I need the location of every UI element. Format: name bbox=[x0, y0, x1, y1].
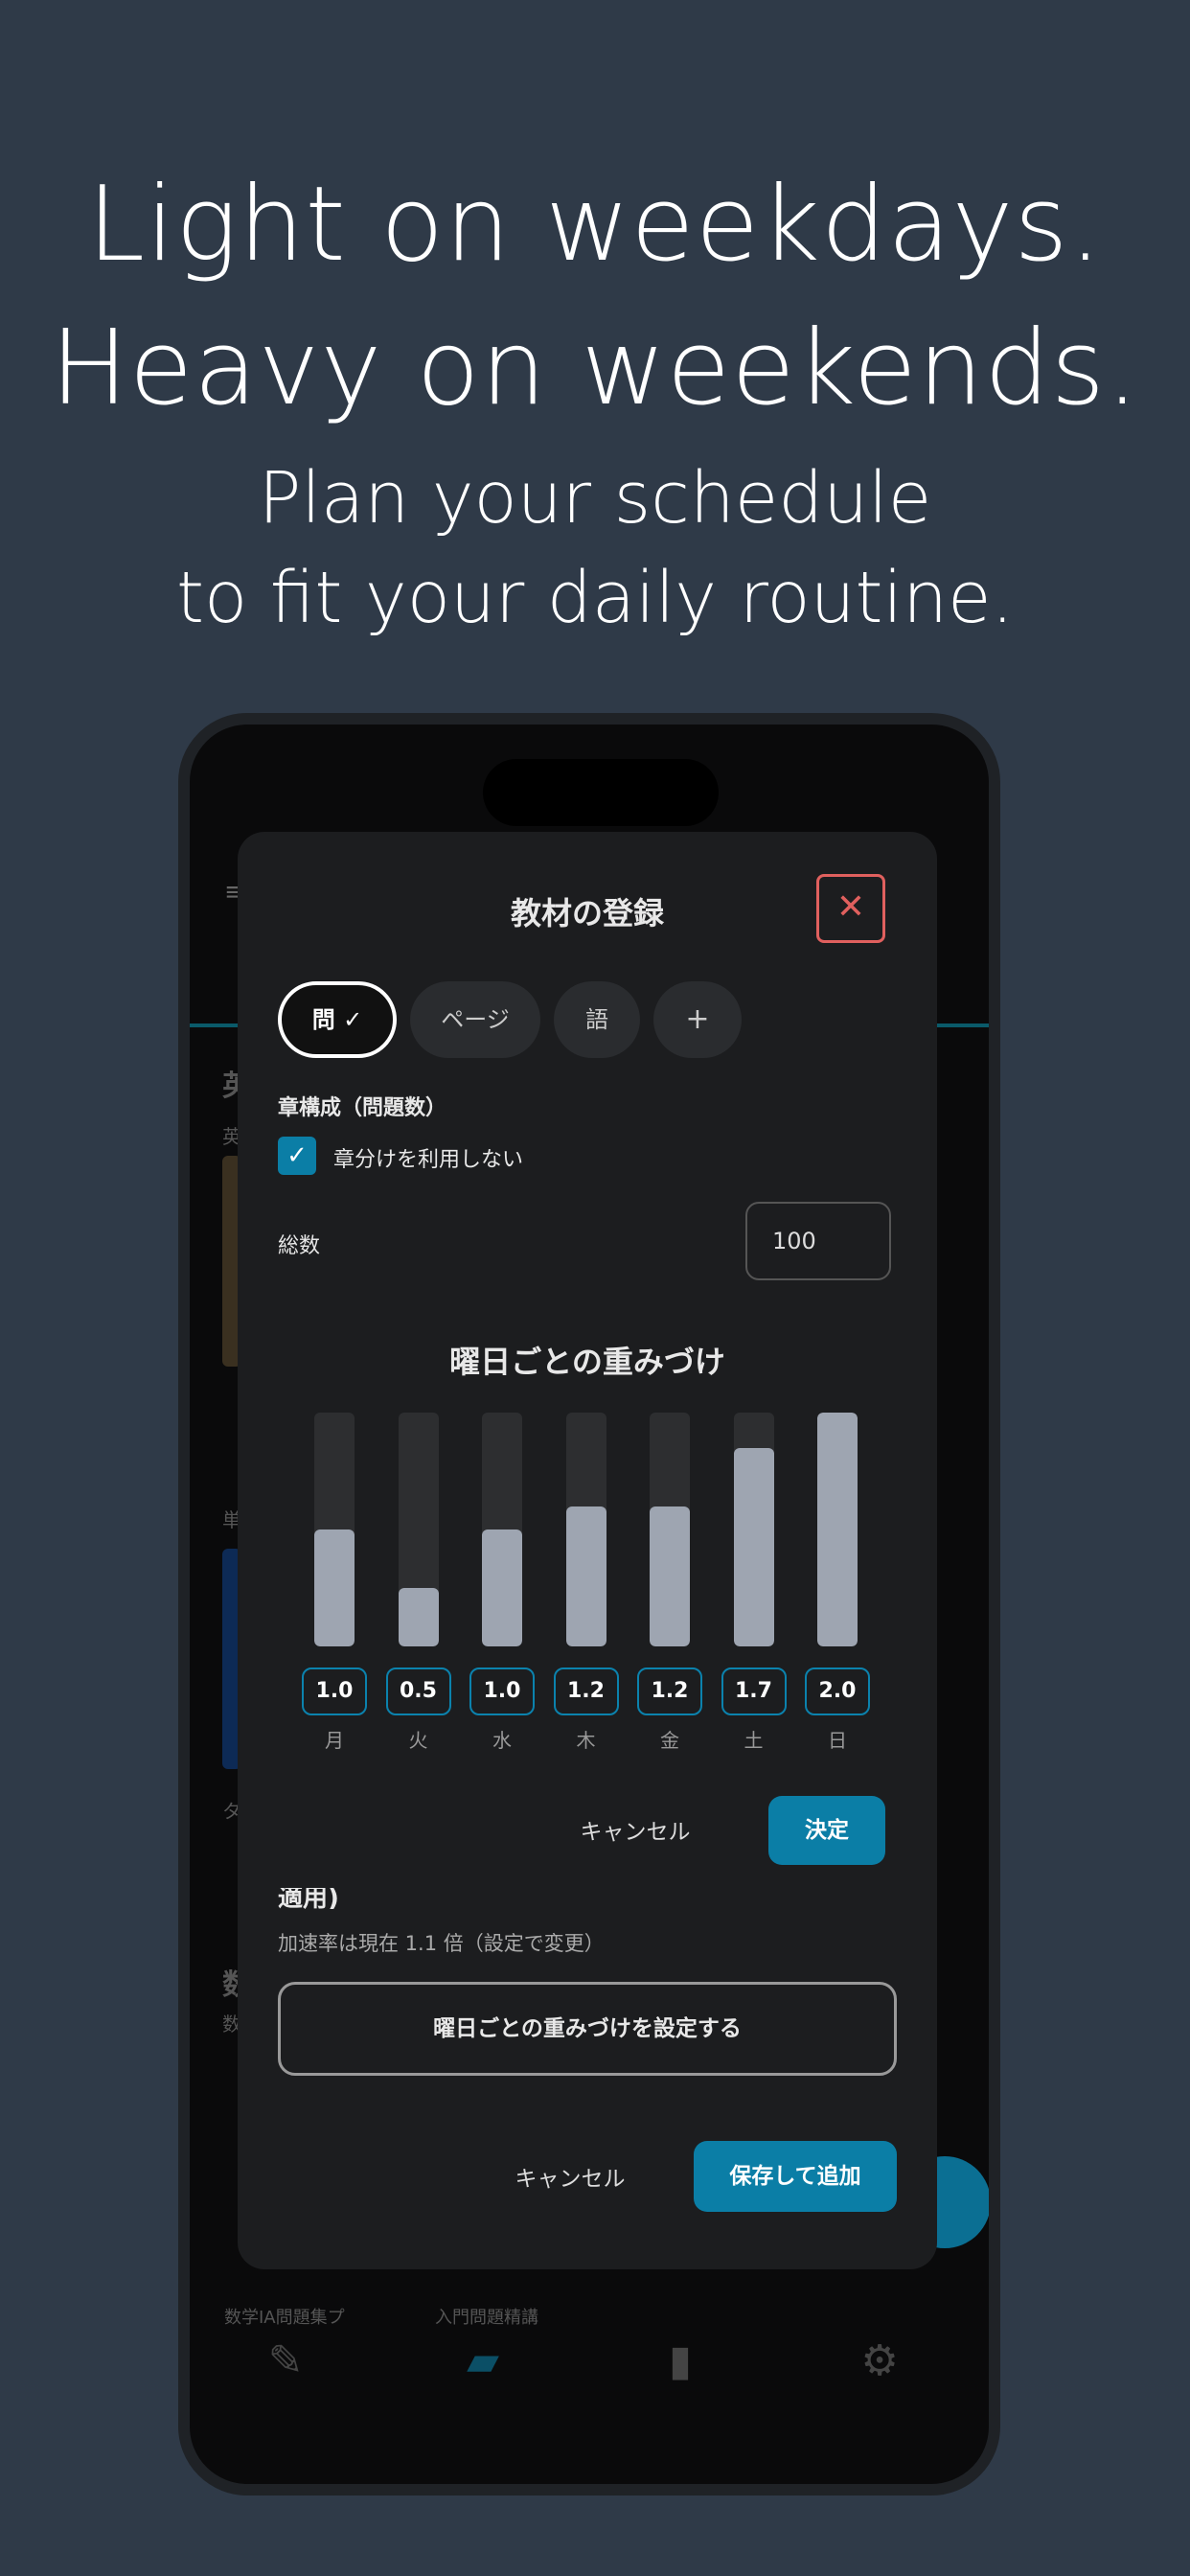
subline-line-1: Plan your schedule bbox=[258, 457, 932, 540]
chapter-structure-label: 章構成（問題数） bbox=[278, 1096, 447, 1120]
weight-value-4[interactable]: 1.2 bbox=[637, 1668, 702, 1715]
no-chapter-checkbox[interactable]: ✓ bbox=[278, 1137, 316, 1175]
weight-bar-fill-0 bbox=[314, 1530, 355, 1646]
weight-bar-fill-1 bbox=[398, 1588, 439, 1646]
day-label-0: 月 bbox=[325, 1729, 344, 1752]
promo-headline: Light on weekdays. Heavy on weekends. bbox=[0, 153, 1190, 441]
weight-bar-track-5[interactable] bbox=[733, 1413, 774, 1646]
bottom-tab-bar: ✎ ▰ ▮ ⚙ bbox=[190, 2315, 989, 2411]
unit-chip-add[interactable]: + bbox=[653, 981, 742, 1058]
acceleration-note: 加速率は現在 1.1 倍（設定で変更） bbox=[278, 1932, 605, 1955]
weight-value-6[interactable]: 2.0 bbox=[805, 1668, 870, 1715]
weight-bar-fill-5 bbox=[733, 1448, 774, 1646]
headline-line-2: Heavy on weekends. bbox=[50, 309, 1140, 428]
weight-value-0[interactable]: 1.0 bbox=[302, 1668, 367, 1715]
pencil-icon[interactable]: ✎ bbox=[257, 2333, 314, 2390]
bar-chart-icon[interactable]: ▮ bbox=[652, 2333, 709, 2390]
weight-bar-fill-4 bbox=[650, 1506, 690, 1646]
headline-line-1: Light on weekdays. bbox=[87, 165, 1103, 285]
day-label-3: 木 bbox=[576, 1729, 596, 1752]
weight-bar-track-6[interactable] bbox=[817, 1413, 858, 1646]
weight-bar-track-2[interactable] bbox=[482, 1413, 522, 1646]
day-label-4: 金 bbox=[660, 1729, 679, 1752]
weight-bar-fill-3 bbox=[565, 1506, 606, 1646]
weight-value-2[interactable]: 1.0 bbox=[469, 1668, 535, 1715]
weight-value-3[interactable]: 1.2 bbox=[553, 1668, 619, 1715]
day-label-2: 水 bbox=[492, 1729, 512, 1752]
promo-subline: Plan your schedule to fit your daily rou… bbox=[0, 448, 1190, 648]
register-material-modal: 教材の登録 ✕ 問 ✓ ページ 語 + 章構成（問題数） ✓ 章分けを利用しない… bbox=[238, 832, 937, 2269]
unit-chip-words[interactable]: 語 bbox=[554, 981, 640, 1058]
cut-heading: 適用) bbox=[278, 1888, 339, 1909]
total-input[interactable]: 100 bbox=[745, 1202, 891, 1280]
phone-frame: ≡ 英 英 単 タ 数 数 数学IA問題集プ 入門問題精講 ✎ ▰ ▮ ⚙ 教材… bbox=[178, 713, 1000, 2496]
weight-bar-fill-2 bbox=[482, 1530, 522, 1646]
weight-cancel-button[interactable]: キャンセル bbox=[554, 1798, 717, 1867]
weight-bar-track-4[interactable] bbox=[650, 1413, 690, 1646]
subline-line-2: to fit your daily routine. bbox=[175, 557, 1015, 639]
set-weight-button[interactable]: 曜日ごとの重みづけを設定する bbox=[278, 1982, 897, 2076]
weight-bar-track-0[interactable] bbox=[314, 1413, 355, 1646]
unit-chip-pages[interactable]: ページ bbox=[410, 981, 540, 1058]
weight-confirm-button[interactable]: 決定 bbox=[768, 1796, 885, 1865]
gear-icon[interactable]: ⚙ bbox=[851, 2333, 908, 2390]
save-and-add-button[interactable]: 保存して追加 bbox=[694, 2141, 897, 2212]
dynamic-island bbox=[483, 759, 719, 826]
no-chapter-label: 章分けを利用しない bbox=[333, 1148, 524, 1172]
day-label-6: 日 bbox=[828, 1729, 847, 1752]
cancel-button[interactable]: キャンセル bbox=[489, 2145, 652, 2214]
unit-chip-questions[interactable]: 問 ✓ bbox=[278, 981, 397, 1058]
weight-value-1[interactable]: 0.5 bbox=[385, 1668, 451, 1715]
day-label-5: 土 bbox=[744, 1729, 764, 1752]
weight-value-5[interactable]: 1.7 bbox=[721, 1668, 787, 1715]
weight-bar-track-1[interactable] bbox=[398, 1413, 439, 1646]
total-label: 総数 bbox=[278, 1234, 321, 1258]
weight-bar-track-3[interactable] bbox=[565, 1413, 606, 1646]
day-label-1: 火 bbox=[408, 1729, 428, 1752]
weight-section-title: 曜日ごとの重みづけ bbox=[449, 1344, 725, 1380]
book-icon[interactable]: ▰ bbox=[454, 2333, 512, 2390]
weight-bar-fill-6 bbox=[817, 1413, 858, 1646]
close-button[interactable]: ✕ bbox=[816, 874, 885, 943]
